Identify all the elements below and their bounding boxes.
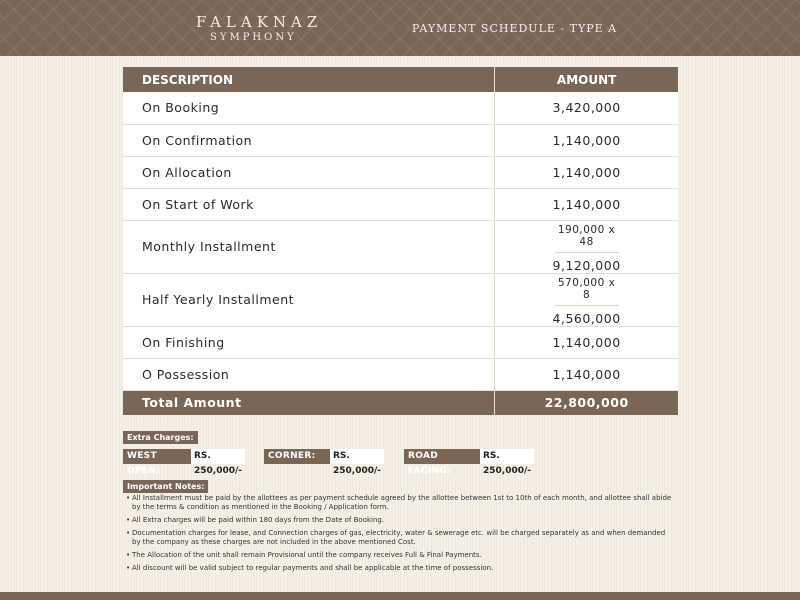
row-amount-cell: 570,000 x 8 4,560,000 [494, 273, 678, 327]
list-item: All Extra charges will be paid within 18… [126, 516, 676, 525]
important-notes-list: All Installment must be paid by the allo… [126, 494, 676, 577]
row-amount: 1,140,000 [494, 124, 678, 157]
total-row: Total Amount 22,800,000 [123, 390, 678, 415]
table-row: Half Yearly Installment 570,000 x 8 4,56… [123, 273, 678, 327]
table-row: Monthly Installment 190,000 x 48 9,120,0… [123, 220, 678, 274]
row-amount: 4,560,000 [552, 310, 621, 326]
charge-value-corner: RS. 250,000/- [330, 449, 385, 476]
page-title: PAYMENT SCHEDULE - TYPE A [412, 22, 618, 35]
column-header-description: DESCRIPTION [123, 67, 495, 92]
list-item: All Installment must be paid by the allo… [126, 494, 676, 512]
row-description: On Booking [123, 92, 495, 125]
table-row: On Start of Work 1,140,000 [123, 188, 678, 221]
payment-schedule-table: DESCRIPTION AMOUNT On Booking 3,420,000 … [123, 67, 678, 415]
brand-logo-name: FALAKNAZ [196, 13, 323, 31]
charge-value-road-facing: RS. 250,000/- [480, 449, 535, 476]
row-description: On Allocation [123, 156, 495, 189]
row-description: O Possession [123, 358, 495, 391]
row-amount-cell: 190,000 x 48 9,120,000 [494, 220, 678, 274]
extra-charges-label: Extra Charges: [123, 431, 198, 444]
row-amount: 3,420,000 [494, 92, 678, 125]
total-amount: 22,800,000 [494, 390, 678, 415]
table-row: On Finishing 1,140,000 [123, 326, 678, 359]
charge-label-road-facing: ROAD FACING: [404, 449, 480, 476]
charge-value-west-open: RS. 250,000/- [191, 449, 246, 476]
brand-logo-sub: SYMPHONY [210, 32, 297, 43]
list-item: Documentation charges for lease, and Con… [126, 529, 676, 547]
row-amount-detail: 190,000 x 48 [554, 221, 619, 253]
important-notes-label: Important Notes: [123, 480, 209, 493]
total-label: Total Amount [123, 390, 495, 415]
list-item: All discount will be valid subject to re… [126, 564, 676, 573]
row-amount: 1,140,000 [494, 326, 678, 359]
row-amount: 9,120,000 [552, 257, 621, 273]
list-item: The Allocation of the unit shall remain … [126, 551, 676, 560]
table-row: On Booking 3,420,000 [123, 92, 678, 125]
page-header: FALAKNAZ SYMPHONY PAYMENT SCHEDULE - TYP… [0, 0, 800, 56]
row-description: Half Yearly Installment [123, 273, 495, 327]
table-row: O Possession 1,140,000 [123, 358, 678, 391]
row-amount: 1,140,000 [494, 156, 678, 189]
row-description: On Start of Work [123, 188, 495, 221]
row-amount: 1,140,000 [494, 358, 678, 391]
row-amount: 1,140,000 [494, 188, 678, 221]
row-amount-detail: 570,000 x 8 [554, 274, 619, 306]
row-description: On Finishing [123, 326, 495, 359]
charge-label-corner: CORNER: [264, 449, 330, 464]
row-description: Monthly Installment [123, 220, 495, 274]
column-header-amount: AMOUNT [494, 67, 678, 92]
charge-label-west-open: WEST OPEN: [123, 449, 191, 476]
table-row: On Confirmation 1,140,000 [123, 124, 678, 157]
table-header-row: DESCRIPTION AMOUNT [123, 67, 678, 92]
row-description: On Confirmation [123, 124, 495, 157]
table-row: On Allocation 1,140,000 [123, 156, 678, 189]
page-footer-bar [0, 592, 800, 600]
